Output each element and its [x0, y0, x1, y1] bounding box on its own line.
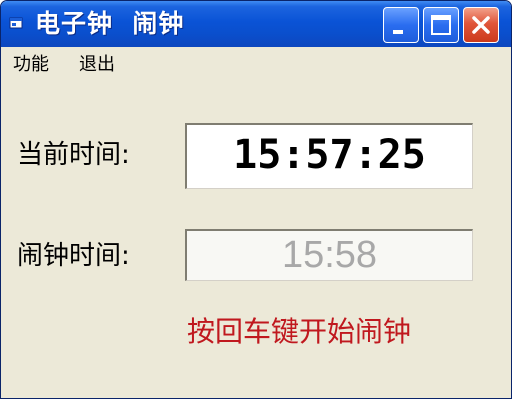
current-time-label: 当前时间:: [17, 140, 130, 170]
menu-item-exit[interactable]: 退出: [79, 54, 115, 76]
app-window-icon: [9, 15, 23, 29]
minimize-icon: [393, 30, 403, 34]
menu-item-function[interactable]: 功能: [13, 54, 49, 76]
title-bar[interactable]: 电子钟 闹钟: [1, 1, 511, 47]
start-alarm-hint: 按回车键开始闹钟: [187, 315, 412, 348]
alarm-time-label: 闹钟时间:: [17, 241, 130, 271]
window-title: 电子钟 闹钟: [35, 9, 185, 38]
close-icon: [472, 16, 490, 34]
alarm-time-input[interactable]: 15:58: [185, 229, 473, 281]
close-button[interactable]: [463, 7, 499, 43]
current-time-display: 15:57:25: [185, 123, 473, 189]
maximize-button[interactable]: [423, 7, 459, 43]
app-window: 电子钟 闹钟 功能 退出 当前时间: 15:57:25 闹钟时间: 15:58 …: [0, 0, 512, 399]
minimize-button[interactable]: [383, 7, 419, 43]
menu-bar: 功能 退出: [1, 47, 511, 81]
maximize-icon: [431, 15, 451, 35]
